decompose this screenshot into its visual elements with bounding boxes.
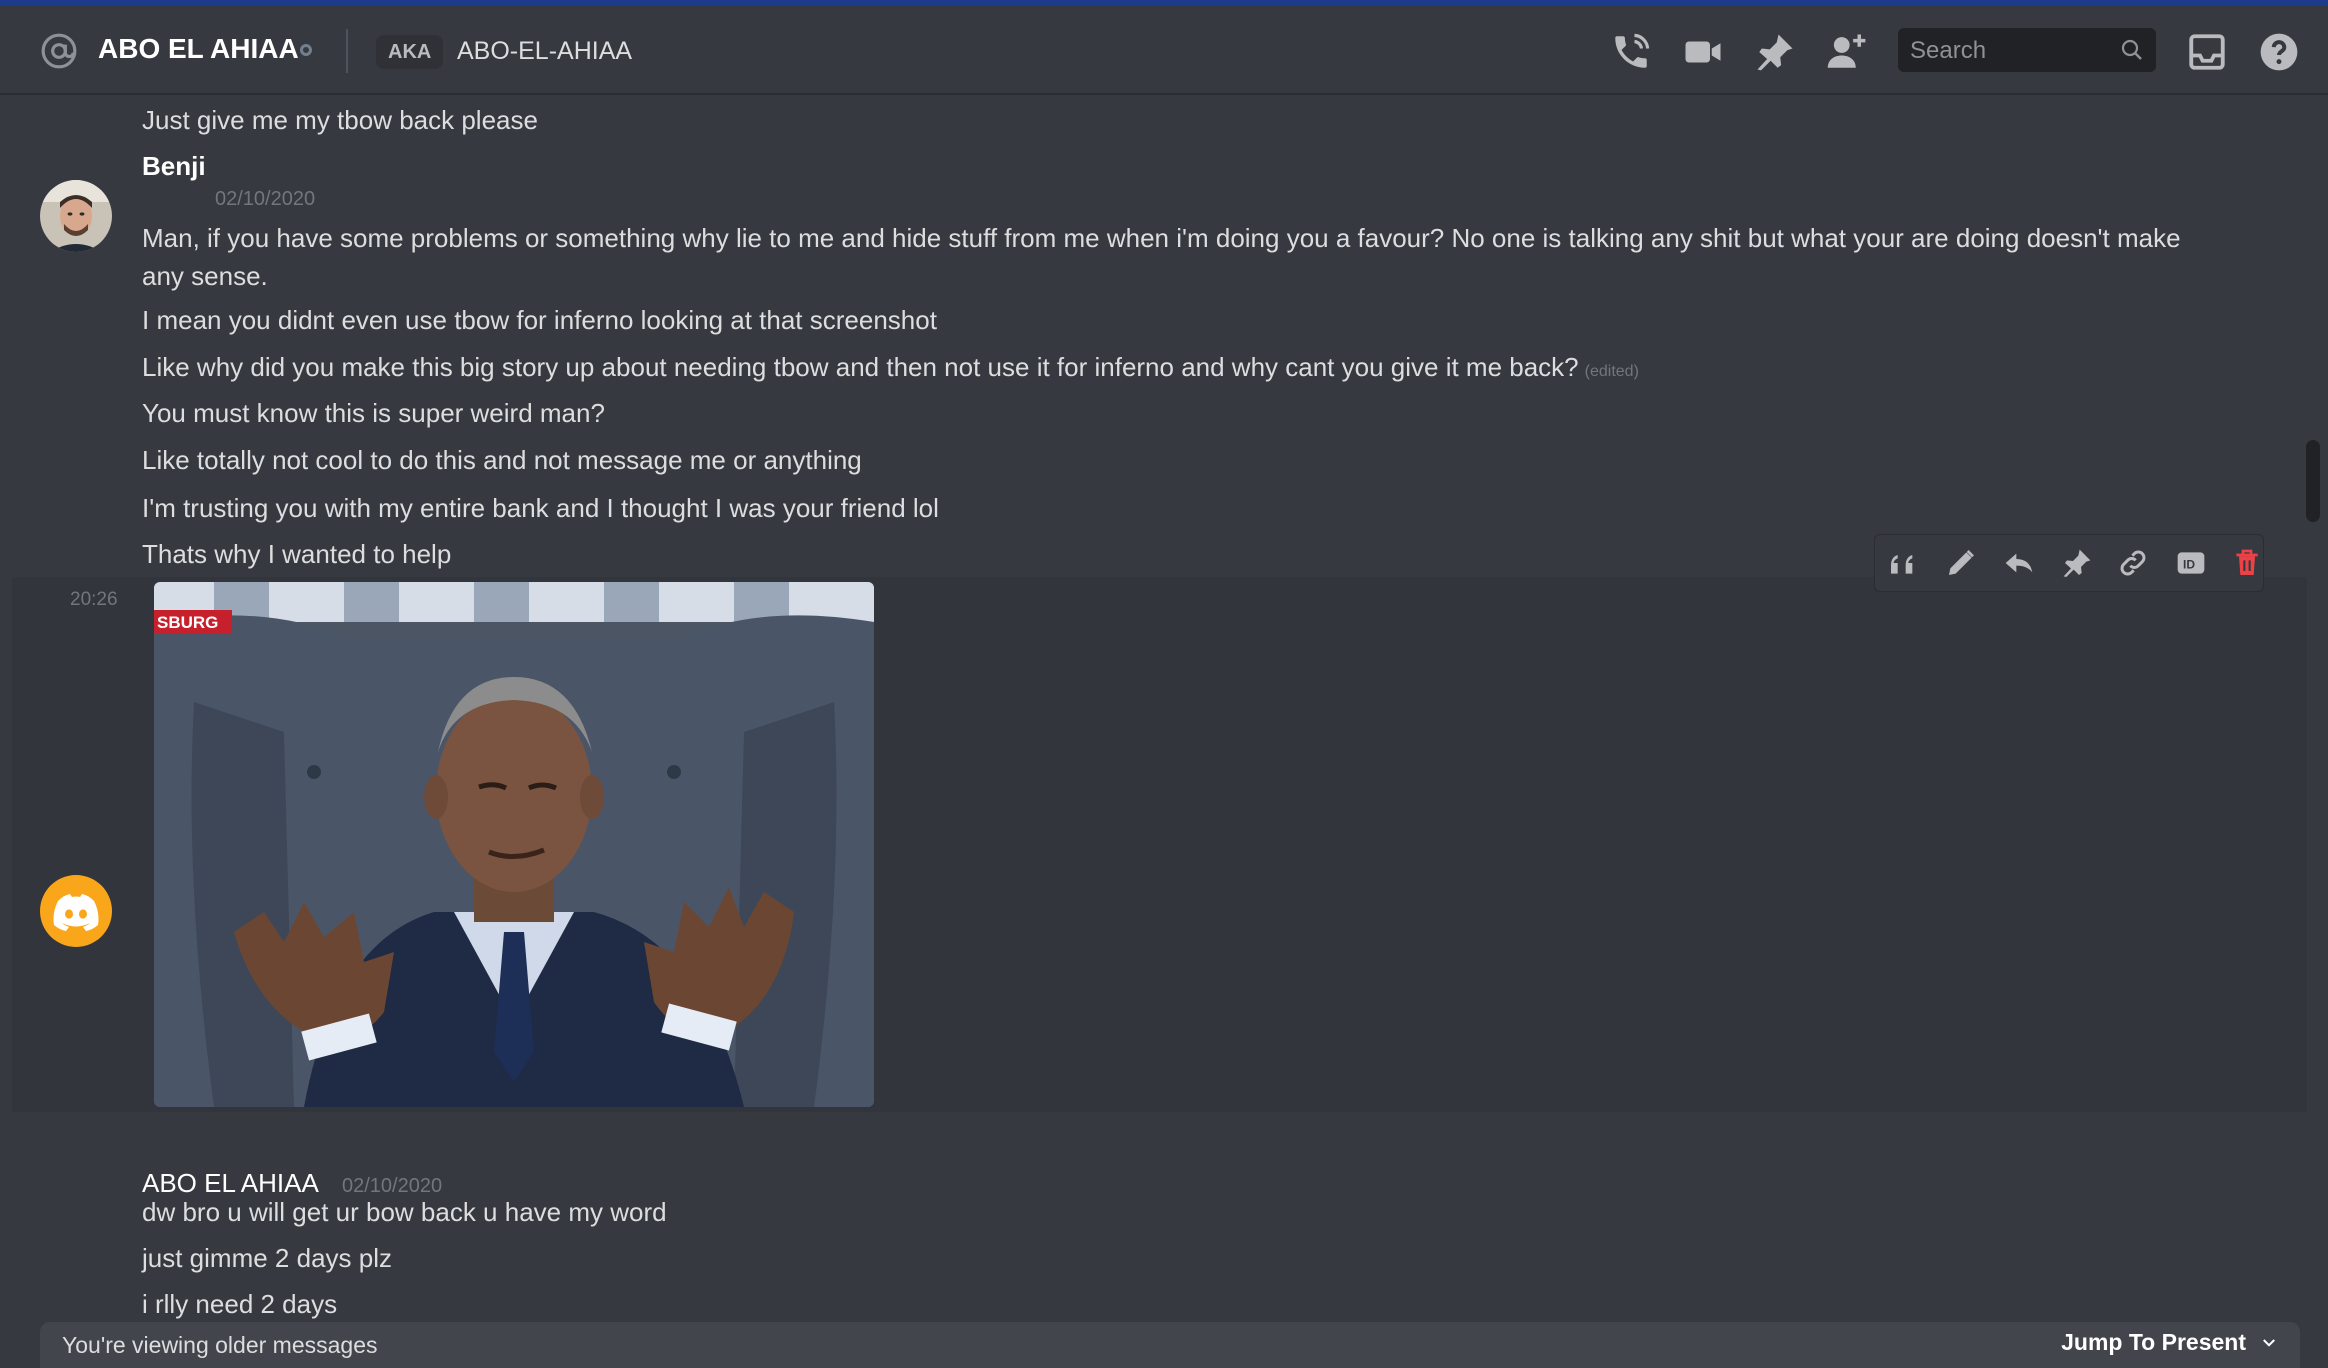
id-icon[interactable]: ID	[2175, 547, 2207, 579]
aka-badge: AKA	[376, 35, 444, 69]
user-photo-icon	[40, 180, 112, 252]
gif-attachment[interactable]: SBURG	[154, 582, 874, 1107]
inbox-icon[interactable]	[2186, 31, 2228, 73]
help-icon[interactable]	[2258, 31, 2300, 73]
message-text: Like totally not cool to do this and not…	[142, 445, 862, 475]
message-text: dw bro u will get ur bow back u have my …	[142, 1197, 667, 1227]
delete-icon[interactable]	[2231, 547, 2263, 579]
message-timestamp: 02/10/2020	[215, 188, 316, 210]
search-input[interactable]	[1908, 28, 2112, 74]
abo-avatar[interactable]	[40, 875, 112, 947]
message-hover-time: 20:26	[70, 589, 118, 610]
benji-avatar[interactable]	[40, 180, 112, 252]
message-text: Like why did you make this big story up …	[142, 352, 1639, 383]
reply-icon[interactable]	[2003, 547, 2035, 579]
message-action-bar: ID	[1874, 534, 2264, 592]
search-icon	[2121, 39, 2142, 60]
message-timestamp: 02/10/2020	[342, 1175, 443, 1197]
message-author[interactable]: ABO EL AHIAA	[142, 1168, 319, 1199]
jump-to-present-label: Jump To Present	[2061, 1329, 2246, 1355]
message-text: just gimme 2 days plz	[142, 1243, 392, 1273]
message-text: I'm trusting you with my entire bank and…	[142, 493, 939, 523]
scrollbar-thumb[interactable]	[2306, 440, 2320, 522]
chevron-down-icon	[2263, 1338, 2275, 1347]
message-text: i rlly need 2 days	[142, 1289, 338, 1319]
jump-to-present-button[interactable]: Jump To Present	[2061, 1329, 2278, 1356]
older-messages-text: You're viewing older messages	[62, 1332, 378, 1358]
channel-title: ABO EL AHIAA	[98, 33, 299, 64]
message-text: Man, if you have some problems or someth…	[142, 223, 2181, 291]
quote-icon[interactable]	[1887, 547, 1919, 579]
edited-marker: (edited)	[1584, 363, 1639, 380]
channel-header: ABO EL AHIAA AKA ABO-EL-AHIAA	[0, 5, 2328, 95]
voice-call-icon[interactable]	[1610, 31, 1652, 73]
offline-status-icon	[300, 44, 312, 56]
message-text: I mean you didnt even use tbow for infer…	[142, 305, 937, 335]
aka-name: ABO-EL-AHIAA	[457, 37, 633, 65]
pinned-messages-icon[interactable]	[1754, 31, 1796, 73]
search-box[interactable]	[1898, 28, 2156, 74]
message-text: Just give me my tbow back please	[142, 105, 538, 135]
edit-icon[interactable]	[1945, 547, 1977, 579]
gif-image: SBURG	[154, 582, 874, 1107]
header-divider	[346, 29, 348, 73]
message-text-body: Like why did you make this big story up …	[142, 352, 1579, 382]
link-icon[interactable]	[2117, 547, 2149, 579]
message-author[interactable]: Benji	[142, 151, 206, 182]
pin-icon[interactable]	[2061, 547, 2093, 579]
gif-caption-label: SBURG	[157, 613, 218, 632]
svg-text:ID: ID	[2183, 557, 2195, 571]
message-text: You must know this is super weird man?	[142, 398, 605, 428]
older-messages-bar: You're viewing older messages Jump To Pr…	[40, 1322, 2300, 1368]
message-text: Thats why I wanted to help	[142, 539, 452, 569]
message-list: Just give me my tbow back please Benji 0…	[12, 95, 2307, 1368]
discord-logo-icon	[53, 894, 99, 931]
at-icon	[41, 33, 77, 69]
add-friend-icon[interactable]	[1826, 31, 1868, 73]
video-call-icon[interactable]	[1682, 31, 1724, 73]
